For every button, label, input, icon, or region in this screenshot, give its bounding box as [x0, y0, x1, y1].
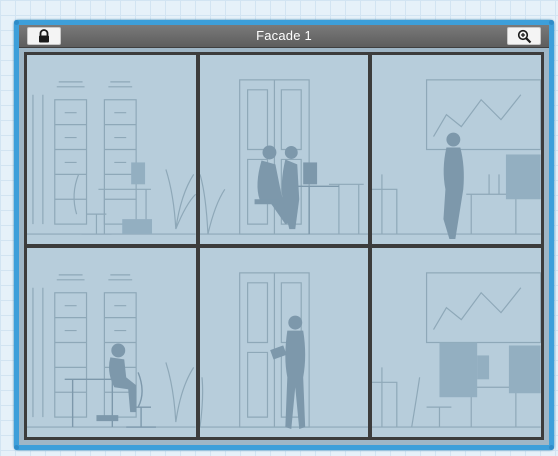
facade-window: Facade 1 [14, 20, 554, 450]
office-scene-image [372, 272, 541, 428]
resize-handle-bottom-left[interactable] [14, 445, 19, 450]
window-title: Facade 1 [256, 28, 312, 43]
office-scene-image [27, 81, 196, 235]
grid-cell-6[interactable] [372, 248, 541, 437]
office-scene-image [27, 274, 196, 428]
window-header: Facade 1 [19, 25, 549, 48]
office-scene-image [372, 79, 541, 240]
zoom-in-icon [517, 29, 531, 43]
grid-cell-4[interactable] [27, 248, 196, 437]
office-scene-image [199, 272, 369, 430]
grid-cell-5[interactable] [199, 248, 369, 437]
grid-cell-3[interactable] [372, 55, 541, 244]
camera-grid [24, 52, 544, 440]
grid-cell-1[interactable] [27, 55, 196, 244]
resize-handle-bottom-right[interactable] [549, 445, 554, 450]
zoom-button[interactable] [507, 27, 541, 45]
grid-cell-2[interactable] [199, 55, 369, 244]
office-scene-image [199, 79, 369, 235]
resize-handle-top-right[interactable] [549, 20, 554, 25]
